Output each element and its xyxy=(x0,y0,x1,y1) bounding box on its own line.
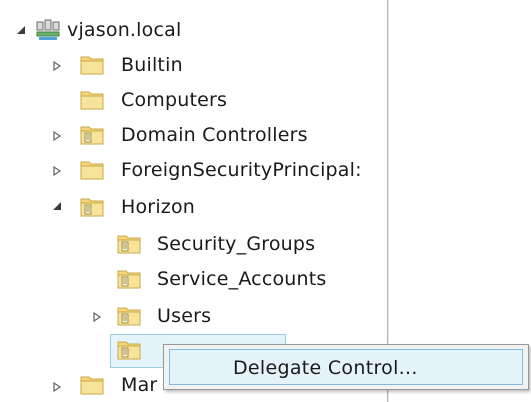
ou-icon xyxy=(117,235,141,254)
pane-splitter-highlight xyxy=(388,0,389,402)
context-menu: Delegate Control... xyxy=(163,344,529,390)
folder-icon xyxy=(80,56,104,75)
tree-node-label: Service_Accounts xyxy=(157,268,327,290)
console-tree: vjason.local Builtin Computers Domain Co… xyxy=(0,0,387,402)
folder-icon xyxy=(80,161,104,180)
domain-icon xyxy=(36,19,60,40)
tree-node-label: Builtin xyxy=(121,54,183,76)
ou-icon xyxy=(80,126,104,145)
ou-icon xyxy=(117,307,141,326)
collapsed-arrow-icon[interactable] xyxy=(50,380,64,394)
tree-node-label: Security_Groups xyxy=(157,233,316,255)
menu-item-delegate-control[interactable]: Delegate Control... xyxy=(169,349,523,385)
expanded-arrow-icon[interactable] xyxy=(50,199,64,213)
tree-node-label: vjason.local xyxy=(67,19,182,41)
folder-icon xyxy=(80,91,104,110)
tree-node-label: Users xyxy=(157,305,212,327)
tree-node-label: Mar xyxy=(121,374,158,396)
ou-icon xyxy=(117,270,141,289)
tree-node-label: Domain Controllers xyxy=(121,124,308,146)
collapsed-arrow-icon[interactable] xyxy=(90,310,104,324)
menu-item-label: Delegate Control... xyxy=(233,357,418,379)
ou-icon xyxy=(80,198,104,217)
collapsed-arrow-icon[interactable] xyxy=(50,164,64,178)
tree-node-label: Horizon xyxy=(121,196,196,218)
ou-icon xyxy=(117,341,141,360)
collapsed-arrow-icon[interactable] xyxy=(50,59,64,73)
tree-node-label: ForeignSecurityPrincipal: xyxy=(121,159,362,181)
tree-node-label: Computers xyxy=(121,89,228,111)
collapsed-arrow-icon[interactable] xyxy=(50,129,64,143)
folder-icon xyxy=(80,376,104,395)
expanded-arrow-icon[interactable] xyxy=(14,23,28,37)
